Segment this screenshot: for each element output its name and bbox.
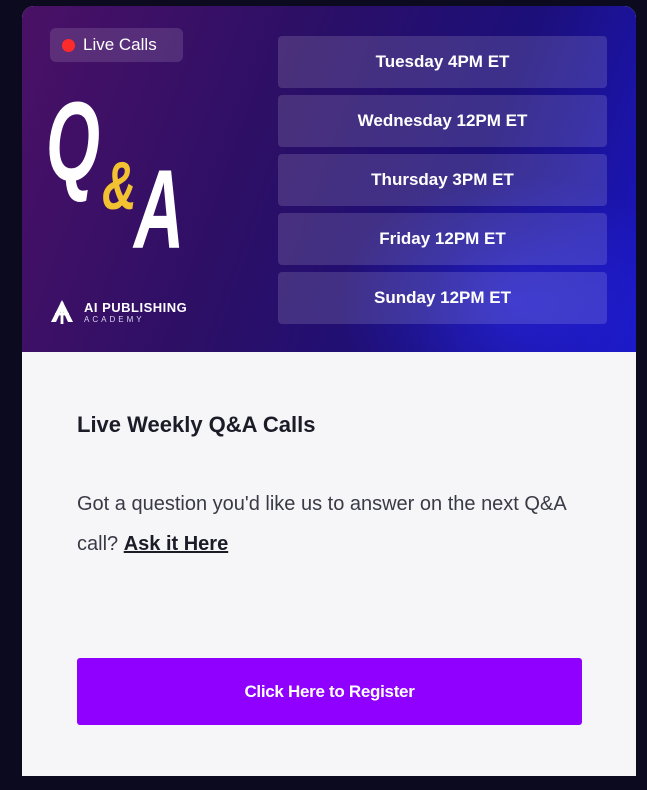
live-calls-badge: Live Calls xyxy=(50,28,183,62)
schedule-list: Tuesday 4PM ET Wednesday 12PM ET Thursda… xyxy=(278,36,607,331)
qa-calls-card: Live Calls Q & A AI PUBLISHING ACADEMY T… xyxy=(22,6,636,776)
schedule-slot-thursday: Thursday 3PM ET xyxy=(278,154,607,206)
live-dot-icon xyxy=(62,38,75,52)
schedule-slot-wednesday: Wednesday 12PM ET xyxy=(278,95,607,147)
brand-name: AI PUBLISHING xyxy=(84,299,188,315)
schedule-slot-tuesday: Tuesday 4PM ET xyxy=(278,36,607,88)
card-title: Live Weekly Q&A Calls xyxy=(77,412,316,437)
card-description: Got a question you'd like us to answer o… xyxy=(77,484,577,564)
schedule-slot-friday: Friday 12PM ET xyxy=(278,213,607,265)
qa-logo-a: A xyxy=(134,147,185,272)
schedule-slot-sunday: Sunday 12PM ET xyxy=(278,272,607,324)
ask-it-here-link[interactable]: Ask it Here xyxy=(124,533,229,555)
ai-publishing-logo-icon xyxy=(51,300,73,324)
qa-banner: Live Calls Q & A AI PUBLISHING ACADEMY T… xyxy=(22,6,636,352)
qa-logo-q: Q xyxy=(46,79,101,204)
register-button[interactable]: Click Here to Register xyxy=(77,658,582,725)
live-calls-label: Live Calls xyxy=(83,35,157,54)
qa-logo-ampersand: & xyxy=(102,148,137,224)
qa-logo: Q & A xyxy=(44,86,254,266)
brand: AI PUBLISHING ACADEMY xyxy=(48,298,187,326)
brand-subtitle: ACADEMY xyxy=(84,314,145,324)
